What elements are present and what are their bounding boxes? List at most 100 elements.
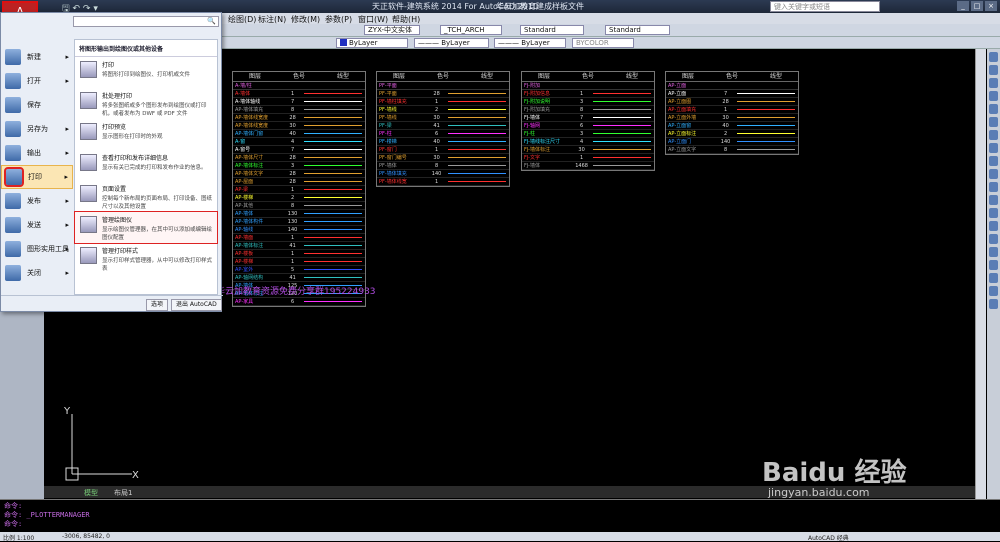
tab-model[interactable]: 模型 xyxy=(84,488,98,498)
submenu-item-title: 查看打印和发布详细信息 xyxy=(102,155,169,162)
submenu-item-description: 显示打印样式管理器，从中可以修改打印样式表 xyxy=(102,258,213,272)
app-menu-item[interactable]: 关闭 ▸ xyxy=(1,261,73,285)
exit-autocad-button[interactable]: 退出 AutoCAD xyxy=(171,299,222,311)
print-submenu-panel: 将图形输出到绘图仪或其他设备 打印 将图形打印到绘图仪、打印机或文件 批处理打印 将多… xyxy=(74,39,218,295)
tool-icon[interactable] xyxy=(989,299,998,309)
vertical-scrollbar[interactable] xyxy=(975,49,986,499)
tool-icon[interactable] xyxy=(989,65,998,75)
layer-name: FJ-柱 xyxy=(524,131,535,137)
plot-style-combo[interactable]: BYCOLOR xyxy=(572,38,634,48)
header-color: 色号 xyxy=(436,73,449,80)
tool-icon[interactable] xyxy=(989,247,998,257)
tool-icon[interactable] xyxy=(989,182,998,192)
layer-name: AP-楼板 xyxy=(235,251,254,257)
print-submenu-item[interactable]: 页面设置 控制每个新布局的页面布局、打印设备、图纸尺寸以及其他设置 xyxy=(75,181,217,212)
close-icon[interactable]: × xyxy=(985,1,997,11)
tool-icon[interactable] xyxy=(989,130,998,140)
layer-table-section: FJ-附加 xyxy=(522,82,654,90)
print-submenu-item[interactable]: 批处理打印 将多张图纸或多个图形发布到绘图仪或打印机，或者发布为 DWF 或 PD… xyxy=(75,88,217,119)
print-submenu-item[interactable]: 查看打印和发布详细信息 显示有关已完成的打印和发布作业的信息。 xyxy=(75,150,217,181)
tool-icon[interactable] xyxy=(989,169,998,179)
layer-name: PF-墙体填充 xyxy=(379,171,407,177)
linetype-sample xyxy=(304,109,363,110)
layer-name: AP-楼梯 xyxy=(235,259,254,265)
baidu-watermark: Baidu 经验 xyxy=(762,458,907,488)
table-row: FJ-墙体 1468 xyxy=(522,162,654,170)
linetype-combo[interactable]: ——— ByLayer xyxy=(414,38,489,48)
tool-icon[interactable] xyxy=(989,286,998,296)
table-style-combo[interactable]: Standard xyxy=(605,25,670,35)
tool-icon[interactable] xyxy=(989,104,998,114)
linetype-sample xyxy=(448,181,507,182)
app-menu-item[interactable]: 打印 ▸ xyxy=(1,165,73,189)
submenu-item-list: 打印 将图形打印到绘图仪、打印机或文件 批处理打印 将多张图纸或多个图形发布到绘图仪或… xyxy=(74,57,218,274)
app-menu-item[interactable]: 保存 xyxy=(1,93,73,117)
table-row: AP-立面文字 8 xyxy=(666,146,798,154)
linetype-sample xyxy=(593,117,652,118)
linetype-sample xyxy=(304,93,363,94)
tool-icon[interactable] xyxy=(989,221,998,231)
menu-search-input[interactable]: 🔍 xyxy=(73,16,219,27)
tool-icon[interactable] xyxy=(989,91,998,101)
tool-icon[interactable] xyxy=(989,52,998,62)
layer-color-number: 41 xyxy=(433,122,440,129)
layer-color-number: 140 xyxy=(720,138,731,145)
layer-table: 图层 色号 线型 A-墙/柱 A-墙体 1 A-墙体轴线 7 AP-墙体填充 8 AP-墙体线宽度 2… xyxy=(232,71,366,307)
header-color: 色号 xyxy=(725,73,738,80)
submenu-item-title: 页面设置 xyxy=(102,186,127,193)
table-row: FJ-墙体 7 xyxy=(522,114,654,122)
tool-icon[interactable] xyxy=(989,143,998,153)
tool-icon[interactable] xyxy=(989,156,998,166)
tool-icon[interactable] xyxy=(989,195,998,205)
layer-table-section: AP-立面 xyxy=(666,82,798,90)
app-menu-item[interactable]: 发布 ▸ xyxy=(1,189,73,213)
options-button[interactable]: 选项 xyxy=(146,299,169,311)
linetype-sample xyxy=(304,245,363,246)
submenu-item-description: 显示图形在打印时的外观 xyxy=(102,134,163,140)
linetype-sample xyxy=(593,93,652,94)
table-row: AP-墙体填充 8 xyxy=(233,106,365,114)
table-row: AP-立面外墙 30 xyxy=(666,114,798,122)
maximize-icon[interactable]: □ xyxy=(971,1,983,11)
table-row: AP-立面填充 1 xyxy=(666,106,798,114)
tool-icon[interactable] xyxy=(989,78,998,88)
tool-icon[interactable] xyxy=(989,260,998,270)
layer-name: AP-立面标注 xyxy=(668,131,697,137)
layer-color-number: 130 xyxy=(287,218,298,225)
search-input[interactable]: 键入关键字或短语 xyxy=(770,1,880,12)
app-menu-item[interactable]: 图形实用工具 ▸ xyxy=(1,237,73,261)
linetype-sample xyxy=(448,133,507,134)
submenu-item-description: 将图形打印到绘图仪、打印机或文件 xyxy=(102,72,191,78)
linetype-sample xyxy=(593,149,652,150)
print-submenu-item[interactable]: 管理绘图仪 显示绘图仪管理器，在其中可以添加或编辑绘图仪配置 xyxy=(74,211,218,244)
tool-icon[interactable] xyxy=(989,117,998,127)
app-menu-item[interactable]: 另存为 ▸ xyxy=(1,117,73,141)
layer-name: A-墙体 xyxy=(235,91,251,97)
lineweight-combo[interactable]: ——— ByLayer xyxy=(494,38,566,48)
layer-name: FJ-墙体标注 xyxy=(524,147,550,153)
tool-icon[interactable] xyxy=(989,273,998,283)
print-submenu-item[interactable]: 打印 将图形打印到绘图仪、打印机或文件 xyxy=(75,57,217,88)
table-row: AP-楼梯 1 xyxy=(233,258,365,266)
app-menu-item[interactable]: 新建 ▸ xyxy=(1,45,73,69)
right-toolbar[interactable] xyxy=(987,49,1000,499)
app-menu-item[interactable]: 输出 ▸ xyxy=(1,141,73,165)
tool-icon[interactable] xyxy=(989,234,998,244)
app-menu-item[interactable]: 打开 ▸ xyxy=(1,69,73,93)
app-menu-item[interactable]: 发送 ▸ xyxy=(1,213,73,237)
dim-style-combo[interactable]: Standard xyxy=(520,25,584,35)
table-row: A-窗号 7 xyxy=(233,146,365,154)
text-style-combo[interactable]: ZYX-中文实体 xyxy=(364,25,420,35)
command-window[interactable]: 命令: 命令: _PLOTTERMANAGER 命令: xyxy=(0,499,1000,532)
table-row: AP-墙体门窗 40 xyxy=(233,130,365,138)
print-submenu-item[interactable]: 打印预览 显示图形在打印时的外观 xyxy=(75,119,217,150)
window-controls: _ □ × xyxy=(957,1,997,11)
chevron-right-icon: ▸ xyxy=(65,221,69,229)
tab-layout1[interactable]: 布局1 xyxy=(114,488,132,498)
print-submenu-item[interactable]: 管理打印样式 显示打印样式管理器，从中可以修改打印样式表 xyxy=(75,243,217,274)
color-combo[interactable]: ByLayer xyxy=(336,38,408,48)
chevron-right-icon: ▸ xyxy=(65,53,69,61)
tool-icon[interactable] xyxy=(989,208,998,218)
minimize-icon[interactable]: _ xyxy=(957,1,969,11)
tch-style-combo[interactable]: _TCH_ARCH xyxy=(440,25,502,35)
